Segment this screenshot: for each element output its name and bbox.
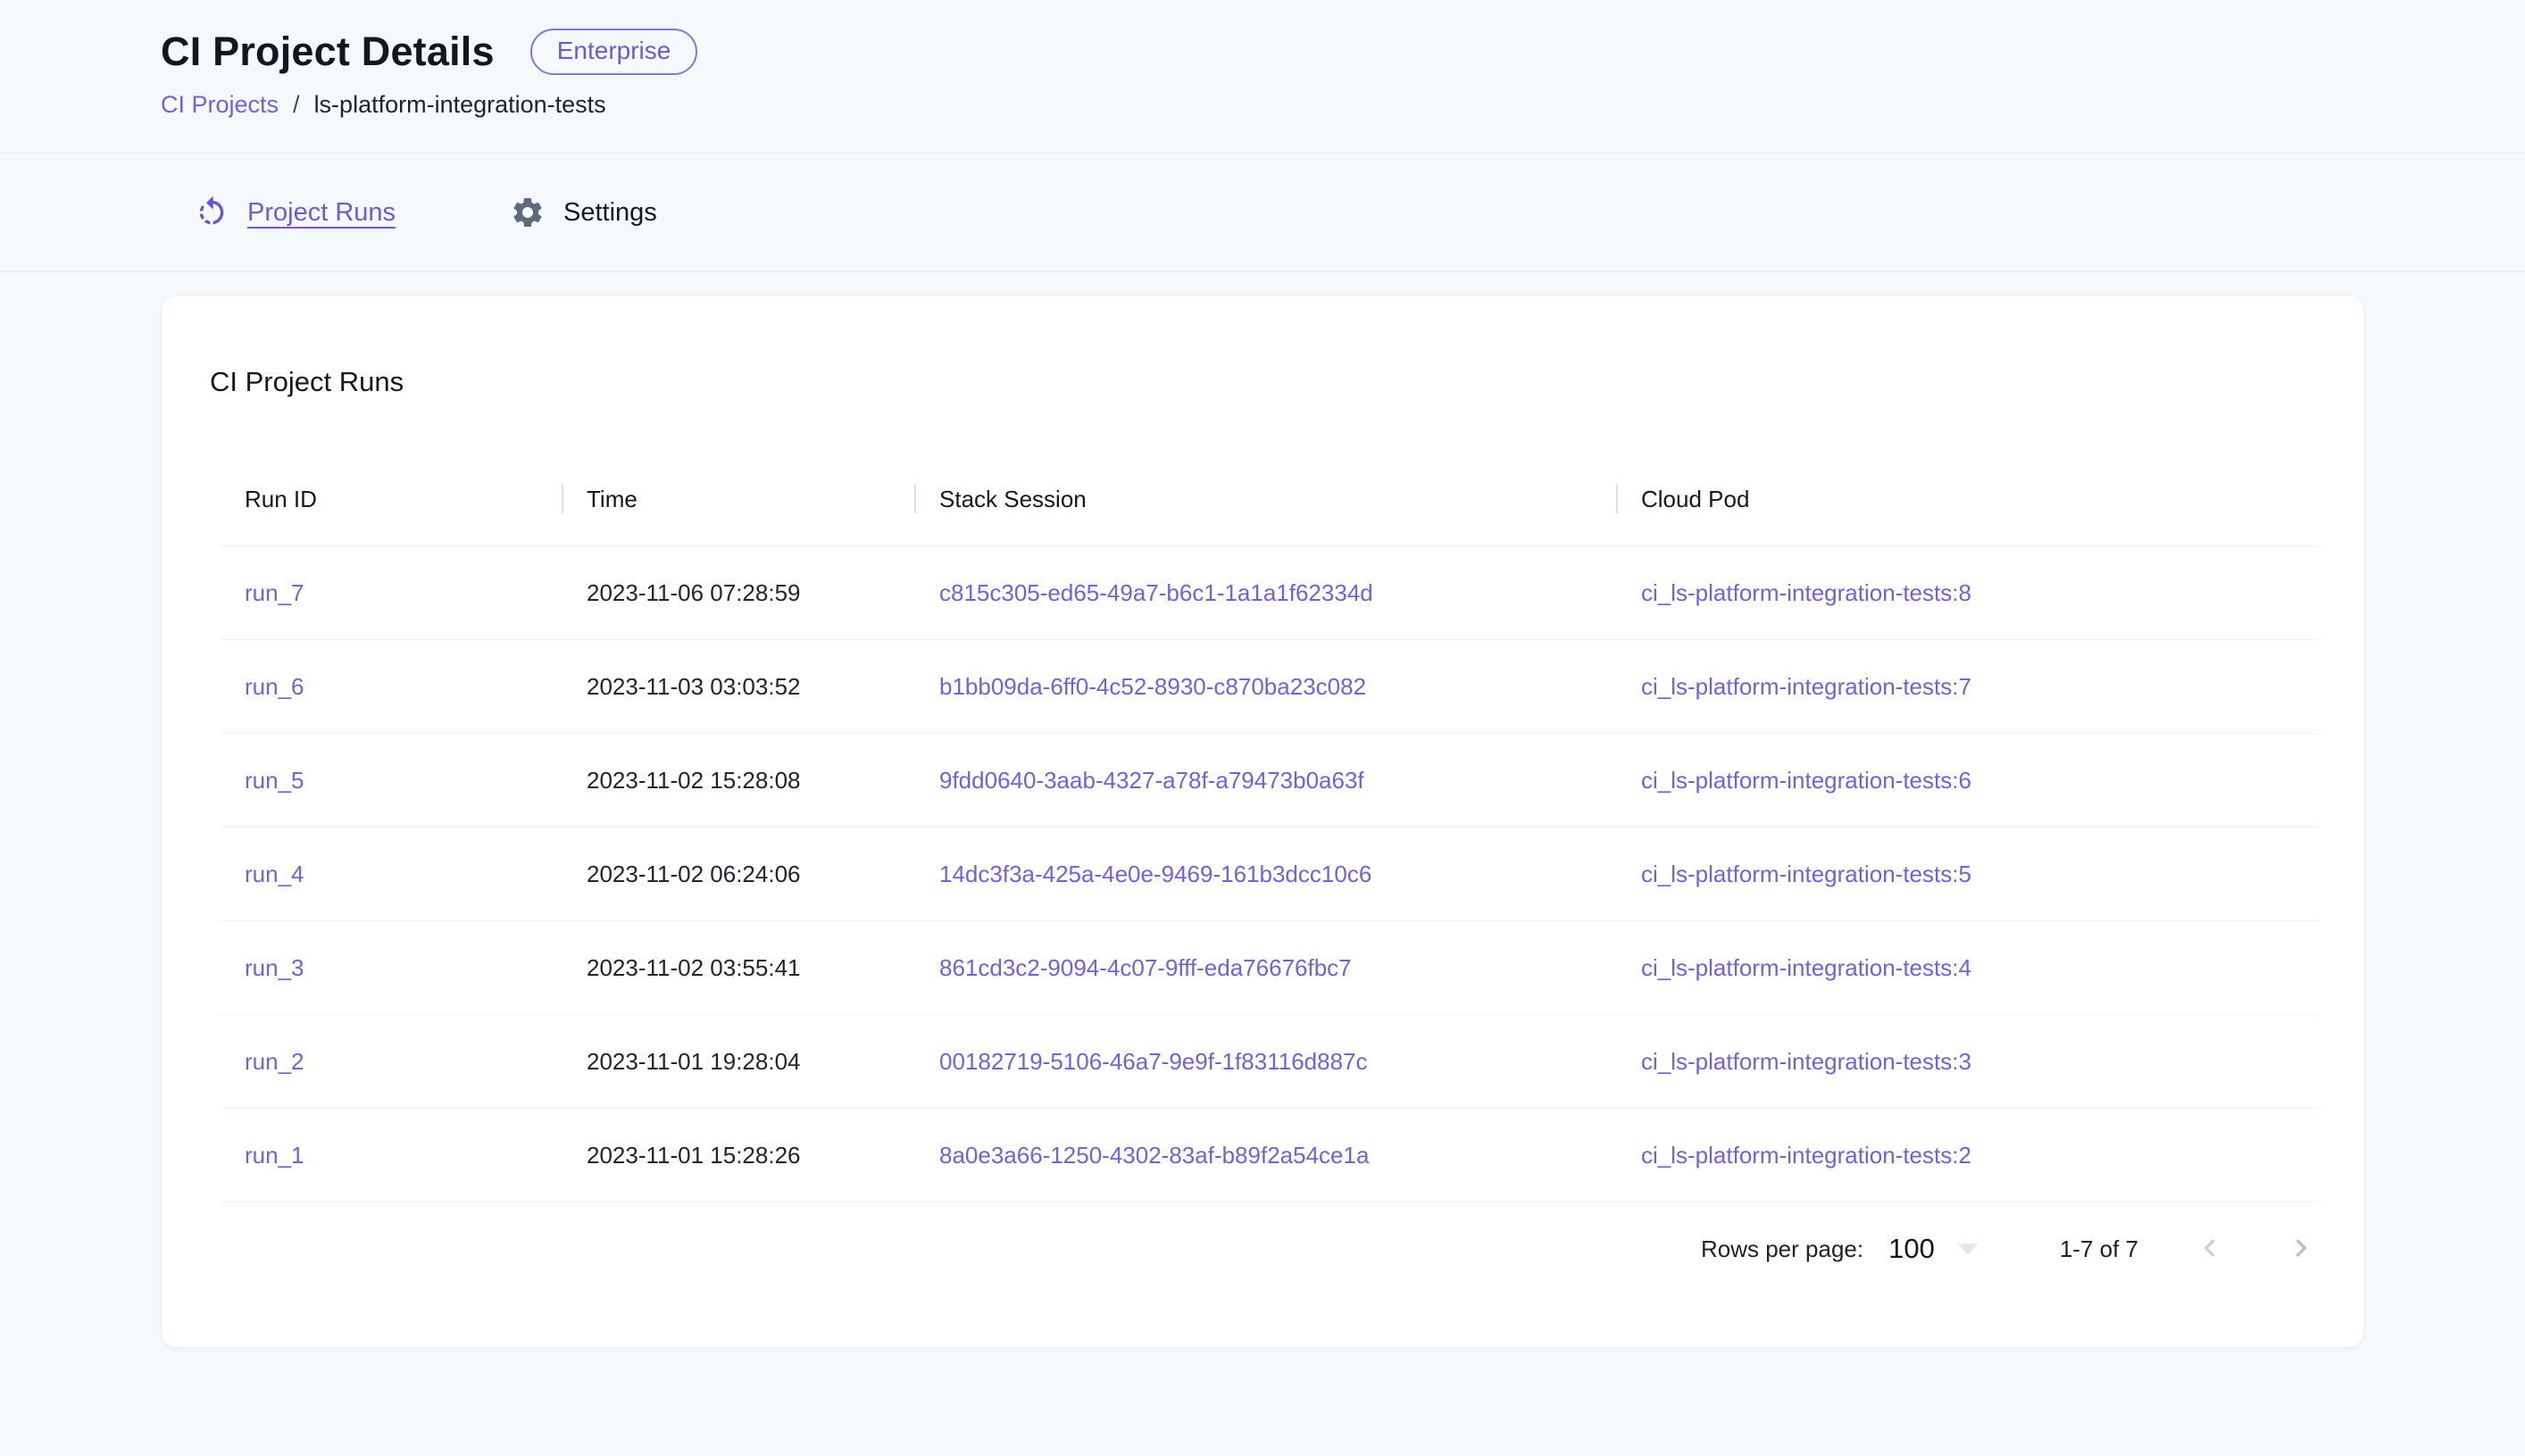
table-row: run_4 2023-11-02 06:24:06 14dc3f3a-425a-… — [220, 828, 2321, 921]
pagination-bar: Rows per page: 100 1-7 of 7 — [220, 1202, 2321, 1269]
cloud-pod-link[interactable]: ci_ls-platform-integration-tests:4 — [1641, 954, 1971, 981]
run-time: 2023-11-01 19:28:04 — [562, 1048, 914, 1076]
run-time: 2023-11-06 07:28:59 — [562, 579, 914, 607]
cloud-pod-link[interactable]: ci_ls-platform-integration-tests:7 — [1641, 673, 1971, 700]
stack-session-link[interactable]: 9fdd0640-3aab-4327-a78f-a79473b0a63f — [939, 767, 1364, 794]
chevron-left-icon — [2192, 1230, 2228, 1269]
tab-project-runs[interactable]: Project Runs — [194, 195, 396, 230]
run-time: 2023-11-02 15:28:08 — [562, 767, 914, 795]
cloud-pod-link[interactable]: ci_ls-platform-integration-tests:8 — [1641, 579, 1971, 606]
run-id-link[interactable]: run_4 — [245, 861, 304, 887]
run-id-link[interactable]: run_5 — [245, 767, 304, 794]
runs-table: Run ID Time Stack Session Cloud Pod run_… — [220, 453, 2321, 1202]
stack-session-link[interactable]: 14dc3f3a-425a-4e0e-9469-161b3dcc10c6 — [939, 861, 1371, 887]
run-id-link[interactable]: run_7 — [245, 579, 304, 606]
table-row: run_3 2023-11-02 03:55:41 861cd3c2-9094-… — [220, 921, 2321, 1015]
table-header-row: Run ID Time Stack Session Cloud Pod — [220, 453, 2321, 546]
stack-session-link[interactable]: 861cd3c2-9094-4c07-9fff-eda76676fbc7 — [939, 954, 1352, 981]
table-row: run_2 2023-11-01 19:28:04 00182719-5106-… — [220, 1015, 2321, 1109]
run-time: 2023-11-03 03:03:52 — [562, 673, 914, 701]
gear-icon — [510, 195, 546, 230]
dropdown-arrow-icon — [1958, 1244, 1978, 1255]
page-header: CI Project Details Enterprise CI Project… — [0, 0, 2525, 154]
cloud-pod-link[interactable]: ci_ls-platform-integration-tests:2 — [1641, 1142, 1971, 1169]
run-id-link[interactable]: run_2 — [245, 1048, 304, 1075]
previous-page-button[interactable] — [2190, 1229, 2229, 1269]
run-time: 2023-11-02 06:24:06 — [562, 861, 914, 888]
breadcrumb-parent-link[interactable]: CI Projects — [161, 91, 279, 119]
rotate-left-icon — [194, 195, 229, 230]
cloud-pod-link[interactable]: ci_ls-platform-integration-tests:5 — [1641, 861, 1971, 887]
chevron-right-icon — [2283, 1230, 2319, 1269]
column-header-time: Time — [562, 486, 914, 513]
tab-settings-label: Settings — [563, 198, 657, 228]
ci-project-runs-card: CI Project Runs Run ID Time Stack Sessio… — [161, 295, 2364, 1348]
pagination-range-label: 1-7 of 7 — [2060, 1236, 2138, 1263]
breadcrumb: CI Projects / ls-platform-integration-te… — [161, 91, 2525, 119]
page-title: CI Project Details — [161, 29, 495, 75]
rows-per-page-label: Rows per page: — [1701, 1236, 1863, 1263]
cloud-pod-link[interactable]: ci_ls-platform-integration-tests:6 — [1641, 767, 1971, 794]
run-id-link[interactable]: run_6 — [245, 673, 304, 700]
enterprise-badge: Enterprise — [530, 29, 698, 75]
tab-project-runs-label: Project Runs — [247, 198, 396, 228]
stack-session-link[interactable]: 00182719-5106-46a7-9e9f-1f83116d887c — [939, 1048, 1368, 1075]
table-row: run_1 2023-11-01 15:28:26 8a0e3a66-1250-… — [220, 1109, 2321, 1202]
breadcrumb-current: ls-platform-integration-tests — [314, 91, 606, 119]
column-header-cloud-pod: Cloud Pod — [1616, 486, 2321, 513]
table-row: run_7 2023-11-06 07:28:59 c815c305-ed65-… — [220, 546, 2321, 640]
table-body: run_7 2023-11-06 07:28:59 c815c305-ed65-… — [220, 546, 2321, 1202]
run-id-link[interactable]: run_1 — [245, 1142, 304, 1169]
tab-bar: Project Runs Settings — [0, 154, 2525, 272]
card-title: CI Project Runs — [210, 365, 2363, 399]
rows-per-page-select[interactable]: 100 — [1888, 1233, 1978, 1265]
tab-settings[interactable]: Settings — [510, 195, 657, 230]
run-time: 2023-11-02 03:55:41 — [562, 954, 914, 982]
next-page-button[interactable] — [2281, 1229, 2321, 1269]
breadcrumb-separator: / — [293, 91, 300, 119]
table-row: run_6 2023-11-03 03:03:52 b1bb09da-6ff0-… — [220, 640, 2321, 734]
run-id-link[interactable]: run_3 — [245, 954, 304, 981]
stack-session-link[interactable]: c815c305-ed65-49a7-b6c1-1a1a1f62334d — [939, 579, 1373, 606]
run-time: 2023-11-01 15:28:26 — [562, 1142, 914, 1169]
column-header-run-id: Run ID — [220, 486, 562, 513]
stack-session-link[interactable]: b1bb09da-6ff0-4c52-8930-c870ba23c082 — [939, 673, 1366, 700]
table-row: run_5 2023-11-02 15:28:08 9fdd0640-3aab-… — [220, 734, 2321, 828]
rows-per-page-value: 100 — [1888, 1233, 1935, 1265]
cloud-pod-link[interactable]: ci_ls-platform-integration-tests:3 — [1641, 1048, 1971, 1075]
stack-session-link[interactable]: 8a0e3a66-1250-4302-83af-b89f2a54ce1a — [939, 1142, 1369, 1169]
column-header-stack-session: Stack Session — [914, 486, 1616, 513]
